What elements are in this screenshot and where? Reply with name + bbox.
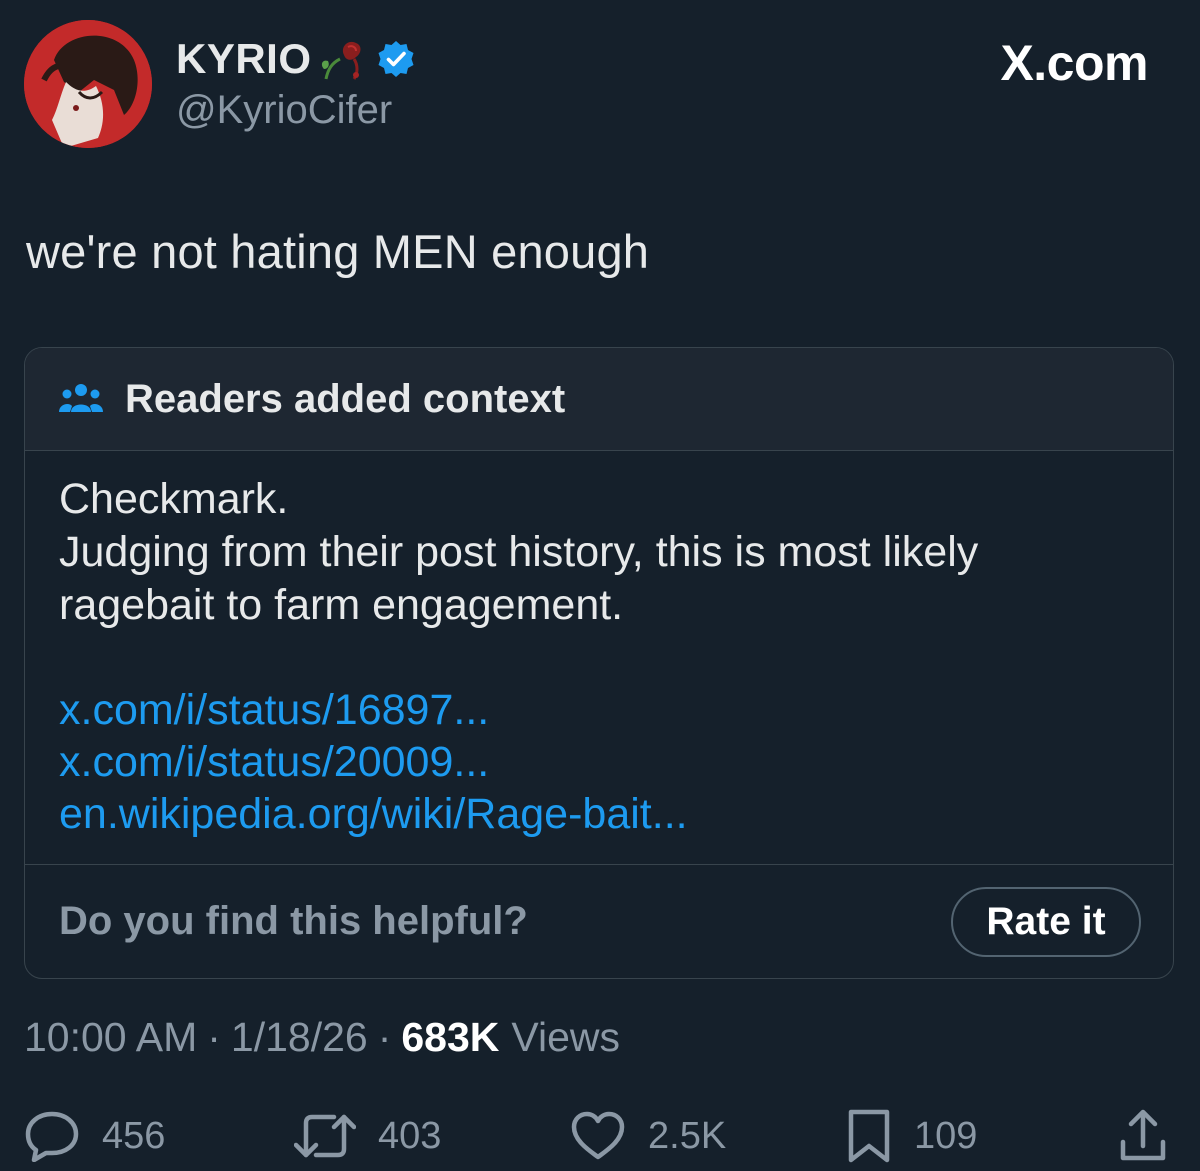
tweet-time[interactable]: 10:00 AM — [24, 1014, 197, 1061]
reply-icon — [25, 1111, 79, 1162]
bookmark-icon — [848, 1109, 890, 1163]
repost-icon — [294, 1114, 356, 1158]
note-source-link[interactable]: x.com/i/status/16897... — [59, 684, 1139, 736]
reply-count: 456 — [102, 1114, 166, 1157]
author-handle[interactable]: @KyrioCifer — [176, 88, 392, 133]
repost-button[interactable]: 403 — [294, 1104, 441, 1168]
community-note-footer: Do you find this helpful? Rate it — [25, 865, 1173, 978]
like-button[interactable]: 2.5K — [570, 1104, 726, 1168]
share-button[interactable] — [1118, 1104, 1168, 1168]
tweet-date[interactable]: 1/18/26 — [231, 1014, 368, 1061]
avatar[interactable] — [24, 20, 152, 148]
tweet-meta: 10:00 AM · 1/18/26 · 683K Views — [24, 1014, 620, 1061]
meta-separator: · — [377, 1014, 392, 1060]
author-display-name[interactable]: KYRIO — [176, 35, 312, 83]
heart-icon — [571, 1111, 625, 1160]
note-text-line: Judging from their post history, this is… — [59, 528, 979, 576]
helpful-question: Do you find this helpful? — [59, 899, 528, 943]
share-icon — [1120, 1109, 1166, 1161]
tweet-text: we're not hating MEN enough — [26, 225, 650, 278]
action-bar: 456 403 2.5K 109 — [0, 1104, 1200, 1168]
note-text-line: Checkmark. — [59, 475, 289, 523]
rate-it-button[interactable]: Rate it — [951, 886, 1141, 957]
bookmark-button[interactable]: 109 — [846, 1104, 977, 1168]
community-note-title: Readers added context — [125, 376, 566, 421]
bookmark-count: 109 — [914, 1114, 978, 1157]
like-count: 2.5K — [648, 1114, 727, 1157]
views-count: 683K — [401, 1014, 500, 1060]
community-note-body: Checkmark. Judging from their post histo… — [25, 451, 1173, 865]
meta-separator: · — [207, 1014, 221, 1060]
avatar-illustration — [24, 20, 152, 148]
community-note: Readers added context Checkmark. Judging… — [24, 347, 1174, 979]
note-text-line: ragebait to farm engagement. — [59, 581, 624, 629]
note-source-link[interactable]: en.wikipedia.org/wiki/Rage-bait... — [59, 788, 1139, 840]
note-source-link[interactable]: x.com/i/status/20009... — [59, 736, 1139, 788]
brand-logo: X.com — [1000, 35, 1148, 91]
wilted-rose-icon — [321, 41, 361, 80]
author-name-row: KYRIO — [176, 34, 416, 84]
community-note-header: Readers added context — [25, 348, 1173, 451]
verified-badge-icon — [378, 41, 414, 77]
reply-button[interactable]: 456 — [24, 1104, 165, 1168]
views-label: Views — [511, 1014, 620, 1060]
people-icon — [59, 384, 103, 412]
repost-count: 403 — [378, 1114, 442, 1157]
